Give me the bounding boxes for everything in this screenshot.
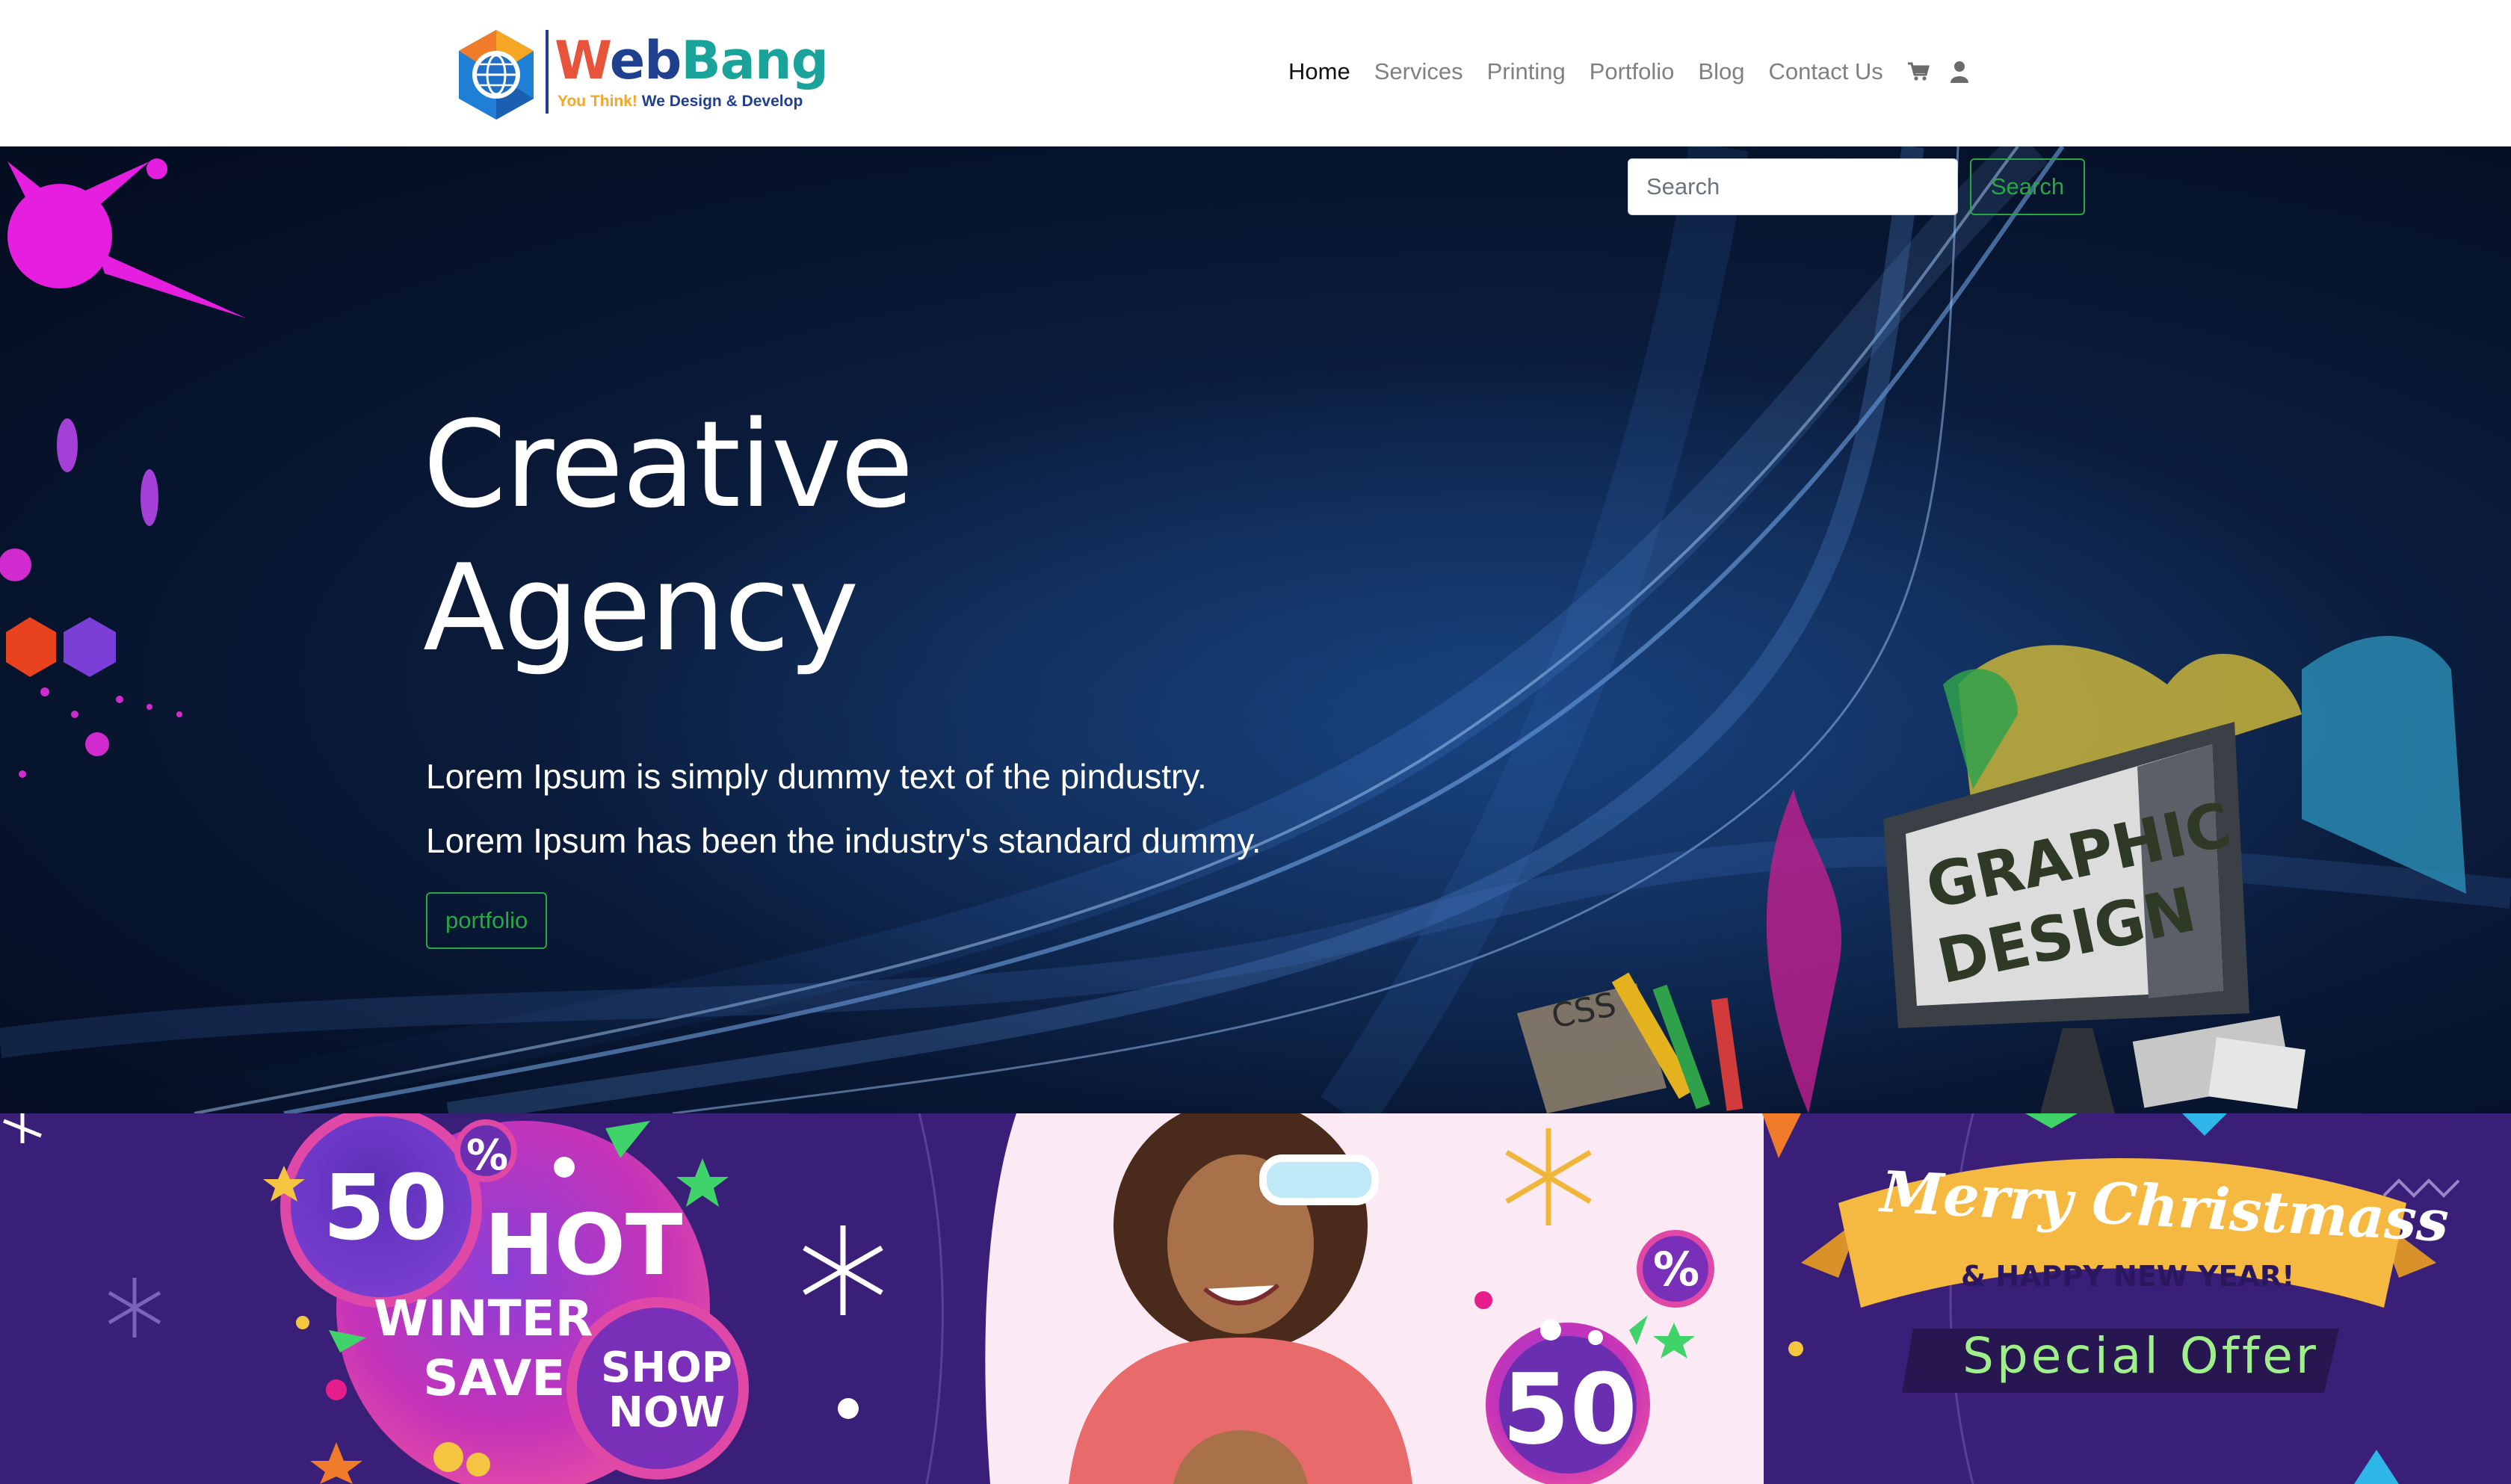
hero-title: Creative Agency [423,393,914,680]
promo-special-offer: Special Offer [1962,1327,2319,1385]
hero-description: Lorem Ipsum is simply dummy text of the … [426,744,1261,873]
globe-gear-logo-icon [459,30,534,120]
nav-item-services[interactable]: Services [1374,58,1463,85]
hero-title-line2: Agency [423,538,859,678]
promo-banner-strip[interactable]: 50 % HOT WINTER SAVE SHOP NOW 50 % Merry… [0,1113,2511,1484]
brand-name: WebBang [555,30,829,91]
nav-item-home[interactable]: Home [1288,58,1350,85]
brand-tagline-2: We Design & Develop [641,93,803,110]
search-button[interactable]: Search [1970,158,2085,215]
promo-badge-50-b: 50 [1502,1352,1637,1466]
hero-line-2: Lorem Ipsum has been the industry's stan… [426,821,1261,860]
logo-divider [546,30,549,114]
hero-banner: GRAPHIC DESIGN CSS Search Creative Agenc… [0,146,2511,1113]
search-form: Search [1628,158,2085,215]
hero-background-art: GRAPHIC DESIGN CSS [0,146,2511,1113]
nav-item-portfolio[interactable]: Portfolio [1590,58,1675,85]
brand-logo[interactable]: WebBang You Think! We Design & Develop [451,25,829,123]
promo-percent-icon: % [466,1131,509,1180]
user-icon[interactable] [1950,61,1968,83]
nav-item-printing[interactable]: Printing [1487,58,1566,85]
hero-title-line1: Creative [423,395,914,534]
main-nav: Home Services Printing Portfolio Blog Co… [1288,55,1989,88]
search-input[interactable] [1628,158,1958,215]
promo-now: NOW [608,1388,726,1437]
brand-name-bang: Bang [681,30,829,91]
hero-line-1: Lorem Ipsum is simply dummy text of the … [426,757,1207,796]
brand-name-eb: eb [609,30,682,91]
promo-happy-new-year: & HAPPY NEW YEAR! [1961,1260,2295,1293]
brand-name-w: W [555,30,611,91]
brand-tagline: You Think! We Design & Develop [558,93,803,111]
nav-item-blog[interactable]: Blog [1698,58,1744,85]
promo-winter: WINTER [374,1290,593,1347]
portfolio-button[interactable]: portfolio [426,892,548,949]
promo-badge-50: 50 [323,1157,448,1261]
promo-percent-b-icon: % [1653,1242,1700,1296]
promo-save: SAVE [423,1349,566,1407]
promo-shop: SHOP [601,1344,732,1392]
nav-item-contact-us[interactable]: Contact Us [1768,58,1883,85]
brand-tagline-1: You Think! [558,93,637,110]
promo-hot: HOT [484,1197,683,1294]
site-header: WebBang You Think! We Design & Develop H… [0,0,2511,146]
cart-icon[interactable] [1907,61,1930,82]
